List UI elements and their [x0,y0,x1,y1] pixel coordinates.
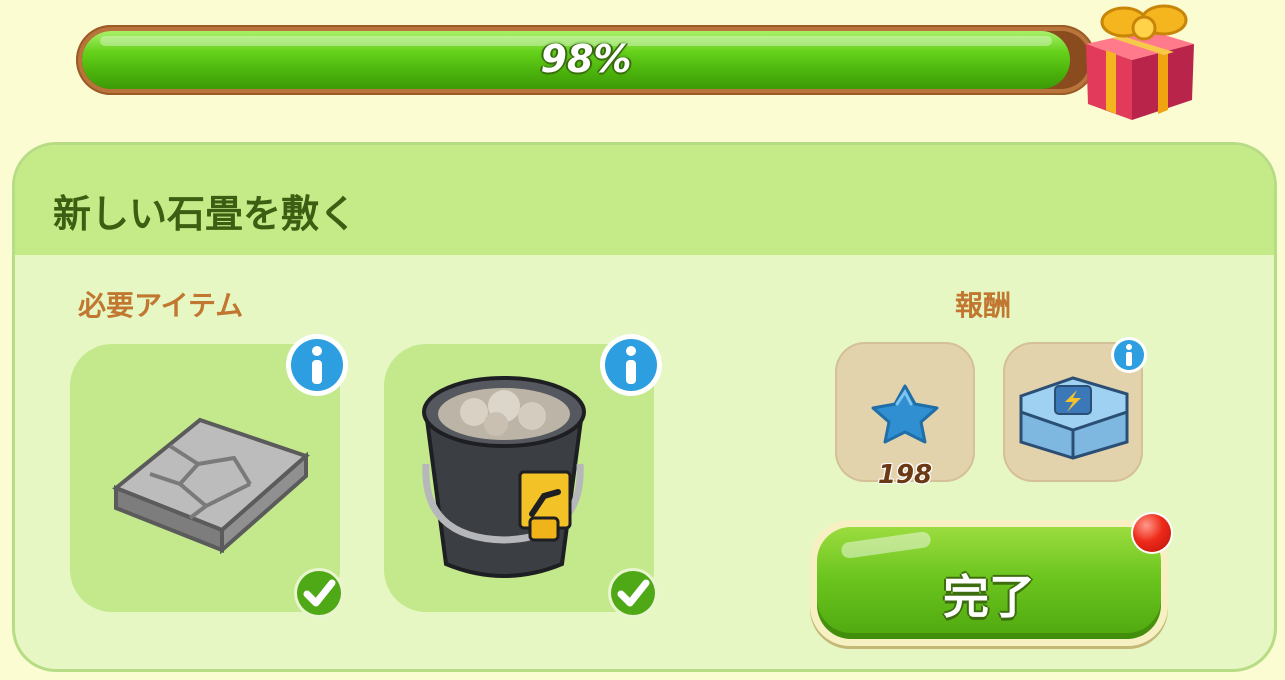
task-header: 新しい石畳を敷く [15,145,1274,255]
info-icon[interactable] [1110,336,1148,374]
stone-slab-icon [112,417,310,554]
blue-star-icon [871,384,939,444]
complete-button[interactable]: 完了 [810,520,1168,646]
reward-item-star[interactable]: 198 [835,342,975,490]
complete-button-face: 完了 [817,527,1161,639]
checkmark-icon [608,568,658,618]
complete-button-label: 完了 [943,570,1035,624]
reward-count: 198 [877,460,933,490]
info-icon[interactable] [284,332,350,398]
progress-percent: 98% [540,37,632,81]
gift-box-icon[interactable] [1076,0,1200,124]
required-items-heading: 必要アイテム [78,289,244,322]
checkmark-icon [294,568,344,618]
task-title: 新しい石畳を敷く [53,192,358,236]
energy-chest-icon [1019,376,1129,460]
mortar-bucket-icon [422,376,586,578]
progress-bar: 98% [76,25,1096,95]
info-icon[interactable] [598,332,664,398]
notification-dot [1133,514,1171,552]
button-shine [840,530,932,560]
rewards-heading: 報酬 [955,289,1012,322]
